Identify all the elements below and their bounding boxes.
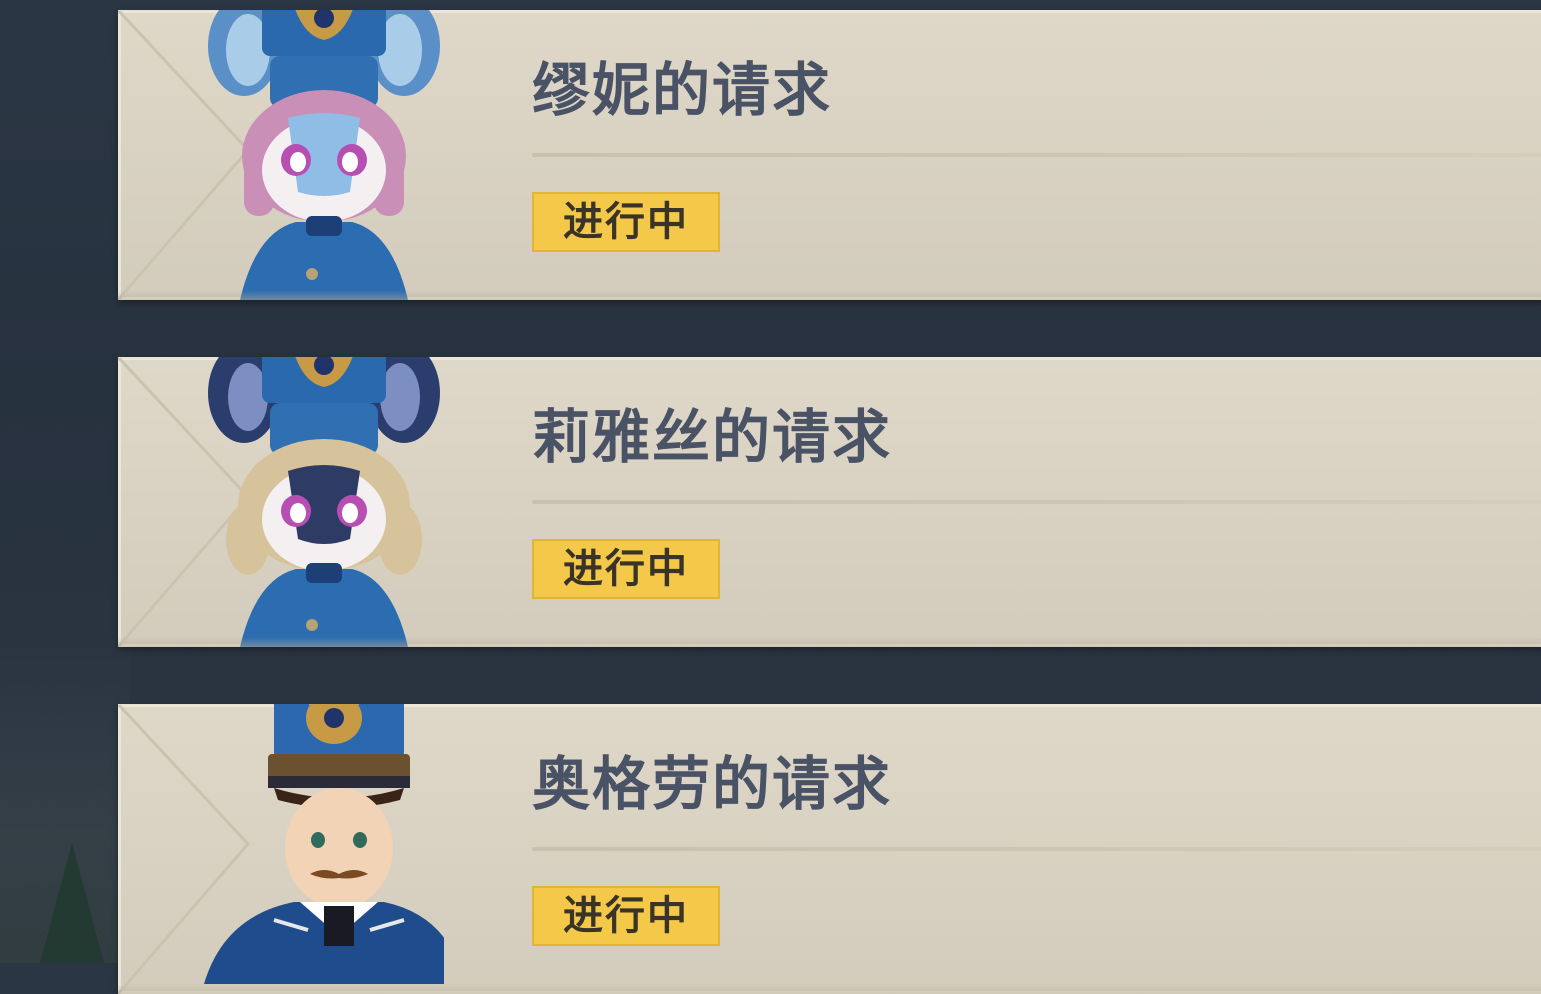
divider (532, 847, 1541, 851)
quest-card[interactable]: 莉雅丝的请求 进行中 (118, 357, 1541, 647)
quest-title: 莉雅丝的请求 (532, 403, 893, 471)
divider (532, 500, 1541, 504)
quest-card[interactable]: 奥格劳的请求 进行中 (118, 704, 1541, 994)
quest-card[interactable]: 缪妮的请求 进行中 (118, 10, 1541, 300)
status-badge: 进行中 (532, 886, 720, 946)
quest-title: 奥格劳的请求 (532, 750, 893, 818)
background-tree (40, 843, 104, 963)
muni-portrait-icon (208, 10, 440, 300)
divider (532, 153, 1541, 157)
ogrou-portrait-icon (204, 704, 444, 984)
status-badge: 进行中 (532, 539, 720, 599)
status-badge: 进行中 (532, 192, 720, 252)
quest-title: 缪妮的请求 (532, 56, 833, 124)
liyasi-portrait-icon (208, 357, 440, 647)
